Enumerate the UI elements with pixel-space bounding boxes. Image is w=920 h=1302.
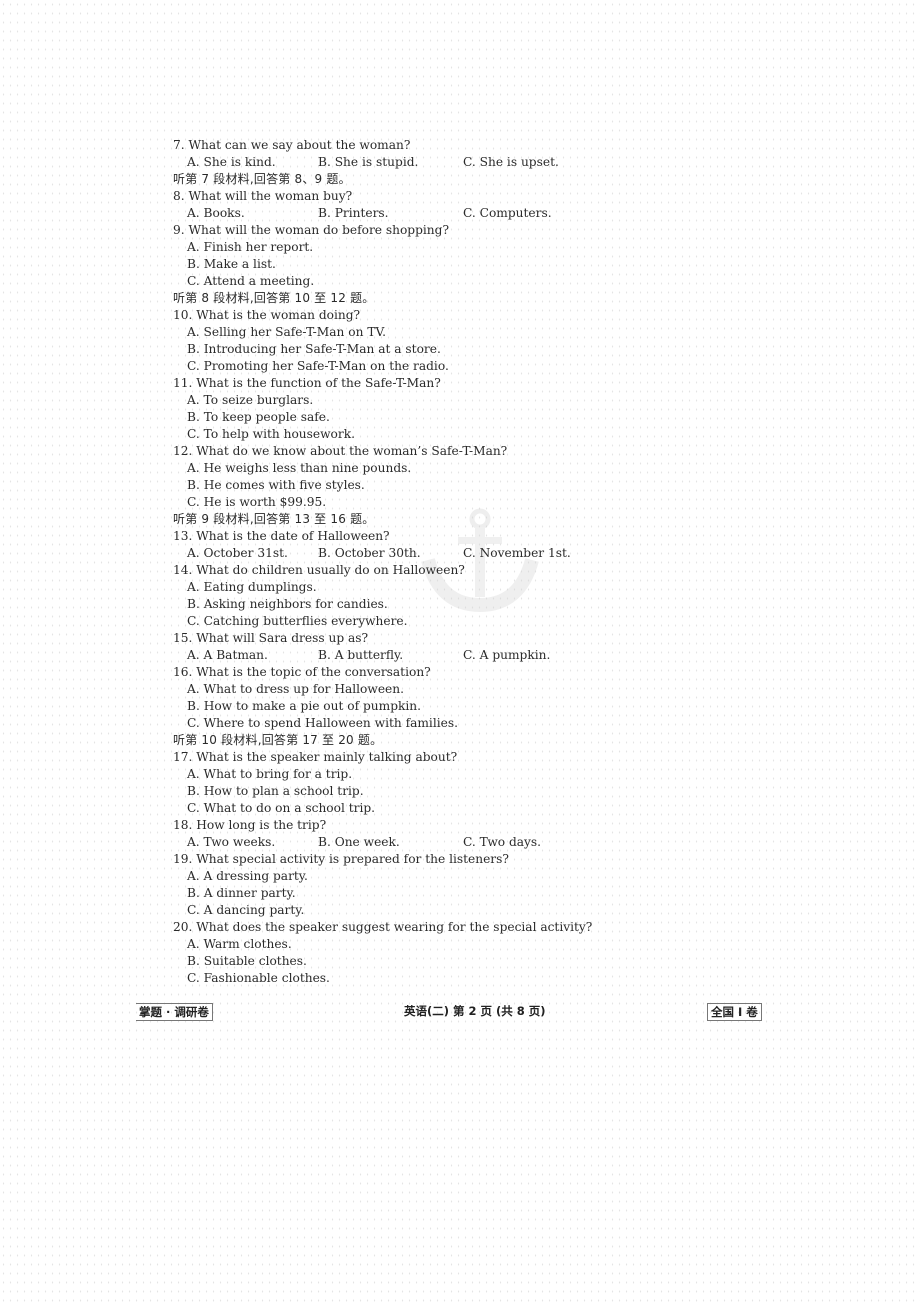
question-stem: 14. What do children usually do on Hallo…	[173, 562, 793, 579]
answer-option: B. October 30th.	[318, 546, 421, 560]
question-stem: 16. What is the topic of the conversatio…	[173, 664, 793, 681]
question-text: What is the speaker mainly talking about…	[196, 750, 458, 764]
question-list: 7. What can we say about the woman? A. Sh…	[173, 137, 793, 987]
question-number: 18.	[173, 818, 193, 832]
answer-option: A. A dressing party.	[187, 869, 308, 883]
answer-option: B. Printers.	[318, 206, 389, 220]
section-instruction: 听第 9 段材料,回答第 13 至 16 题。	[173, 512, 375, 526]
question-text: What do children usually do on Halloween…	[196, 563, 465, 577]
question-number: 7.	[173, 138, 185, 152]
section-instruction: 听第 10 段材料,回答第 17 至 20 题。	[173, 733, 383, 747]
answer-option: A. Selling her Safe-T-Man on TV.	[187, 325, 386, 339]
answer-option: A. Eating dumplings.	[187, 580, 317, 594]
question-text: What does the speaker suggest wearing fo…	[196, 920, 593, 934]
answer-option: C. What to do on a school trip.	[187, 801, 376, 815]
section-instruction: 听第 8 段材料,回答第 10 至 12 题。	[173, 291, 375, 305]
question-text: What can we say about the woman?	[188, 138, 411, 152]
question-stem: 12. What do we know about the woman’s Sa…	[173, 443, 793, 460]
answer-option: A. Books.	[187, 206, 245, 220]
question-text: What is the woman doing?	[196, 308, 361, 322]
question-number: 16.	[173, 665, 193, 679]
answer-option: A. October 31st.	[187, 546, 288, 560]
answer-option: C. Catching butterflies everywhere.	[187, 614, 408, 628]
answer-option: A. What to bring for a trip.	[187, 767, 353, 781]
option-row: A. A Batman. B. A butterfly. C. A pumpkin.	[173, 647, 793, 664]
answer-option: B. Asking neighbors for candies.	[187, 597, 388, 611]
answer-option: A. Two weeks.	[187, 835, 276, 849]
answer-option: C. Promoting her Safe-T-Man on the radio…	[187, 359, 449, 373]
answer-option: C. To help with housework.	[187, 427, 355, 441]
answer-option: A. Finish her report.	[187, 240, 314, 254]
answer-option: C. Fashionable clothes.	[187, 971, 330, 985]
answer-option: A. To seize burglars.	[187, 393, 314, 407]
question-stem: 11. What is the function of the Safe-T-M…	[173, 375, 793, 392]
question-stem: 10. What is the woman doing?	[173, 307, 793, 324]
option-row: A. Books. B. Printers. C. Computers.	[173, 205, 793, 222]
footer-edition-label: 全国 Ⅰ 卷	[707, 1003, 762, 1021]
question-stem: 7. What can we say about the woman?	[173, 137, 793, 154]
answer-option: C. A dancing party.	[187, 903, 305, 917]
question-number: 8.	[173, 189, 185, 203]
section-instruction: 听第 7 段材料,回答第 8、9 题。	[173, 172, 351, 186]
answer-option: B. To keep people safe.	[187, 410, 330, 424]
question-text: What will Sara dress up as?	[196, 631, 369, 645]
answer-option: A. She is kind.	[187, 155, 276, 169]
answer-option: C. He is worth $99.95.	[187, 495, 327, 509]
document-page: 7. What can we say about the woman? A. Sh…	[0, 0, 920, 1302]
answer-option: B. One week.	[318, 835, 400, 849]
question-text: What do we know about the woman’s Safe-T…	[196, 444, 508, 458]
question-number: 15.	[173, 631, 193, 645]
answer-option: A. What to dress up for Halloween.	[187, 682, 404, 696]
question-text: What special activity is prepared for th…	[196, 852, 509, 866]
question-number: 10.	[173, 308, 193, 322]
answer-option: B. How to plan a school trip.	[187, 784, 364, 798]
question-number: 13.	[173, 529, 193, 543]
question-stem: 19. What special activity is prepared fo…	[173, 851, 793, 868]
answer-option: B. Make a list.	[187, 257, 276, 271]
question-stem: 13. What is the date of Halloween?	[173, 528, 793, 545]
question-stem: 17. What is the speaker mainly talking a…	[173, 749, 793, 766]
answer-option: B. A dinner party.	[187, 886, 296, 900]
answer-option: A. He weighs less than nine pounds.	[187, 461, 412, 475]
question-number: 12.	[173, 444, 193, 458]
answer-option: B. Suitable clothes.	[187, 954, 307, 968]
option-row: A. October 31st. B. October 30th. C. Novem…	[173, 545, 793, 562]
question-number: 9.	[173, 223, 185, 237]
option-row: A. She is kind. B. She is stupid. C. She i…	[173, 154, 793, 171]
question-text: What is the date of Halloween?	[196, 529, 390, 543]
question-number: 20.	[173, 920, 193, 934]
answer-option: B. A butterfly.	[318, 648, 404, 662]
question-stem: 9. What will the woman do before shoppin…	[173, 222, 793, 239]
answer-option: C. Attend a meeting.	[187, 274, 315, 288]
question-number: 17.	[173, 750, 193, 764]
answer-option: C. A pumpkin.	[463, 648, 551, 662]
question-number: 19.	[173, 852, 193, 866]
answer-option: B. Introducing her Safe-T-Man at a store…	[187, 342, 441, 356]
question-text: What is the topic of the conversation?	[196, 665, 431, 679]
question-stem: 8. What will the woman buy?	[173, 188, 793, 205]
footer-page-number: 英语(二) 第 2 页 (共 8 页)	[404, 1004, 546, 1018]
answer-option: C. Computers.	[463, 206, 552, 220]
answer-option: B. How to make a pie out of pumpkin.	[187, 699, 422, 713]
question-text: What will the woman buy?	[188, 189, 353, 203]
question-number: 14.	[173, 563, 193, 577]
answer-option: C. Where to spend Halloween with familie…	[187, 716, 458, 730]
footer-series-label: 掌题 · 调研卷	[136, 1003, 213, 1021]
question-text: What is the function of the Safe-T-Man?	[196, 376, 441, 390]
question-text: What will the woman do before shopping?	[188, 223, 449, 237]
answer-option: C. She is upset.	[463, 155, 559, 169]
answer-option: A. A Batman.	[187, 648, 268, 662]
answer-option: C. Two days.	[463, 835, 542, 849]
page-footer: 掌题 · 调研卷 英语(二) 第 2 页 (共 8 页) 全国 Ⅰ 卷	[0, 1003, 920, 1021]
answer-option: B. He comes with five styles.	[187, 478, 365, 492]
answer-option: B. She is stupid.	[318, 155, 419, 169]
question-text: How long is the trip?	[196, 818, 327, 832]
question-number: 11.	[173, 376, 193, 390]
question-stem: 18. How long is the trip?	[173, 817, 793, 834]
answer-option: C. November 1st.	[463, 546, 571, 560]
question-stem: 20. What does the speaker suggest wearin…	[173, 919, 793, 936]
answer-option: A. Warm clothes.	[187, 937, 292, 951]
question-stem: 15. What will Sara dress up as?	[173, 630, 793, 647]
option-row: A. Two weeks. B. One week. C. Two days.	[173, 834, 793, 851]
